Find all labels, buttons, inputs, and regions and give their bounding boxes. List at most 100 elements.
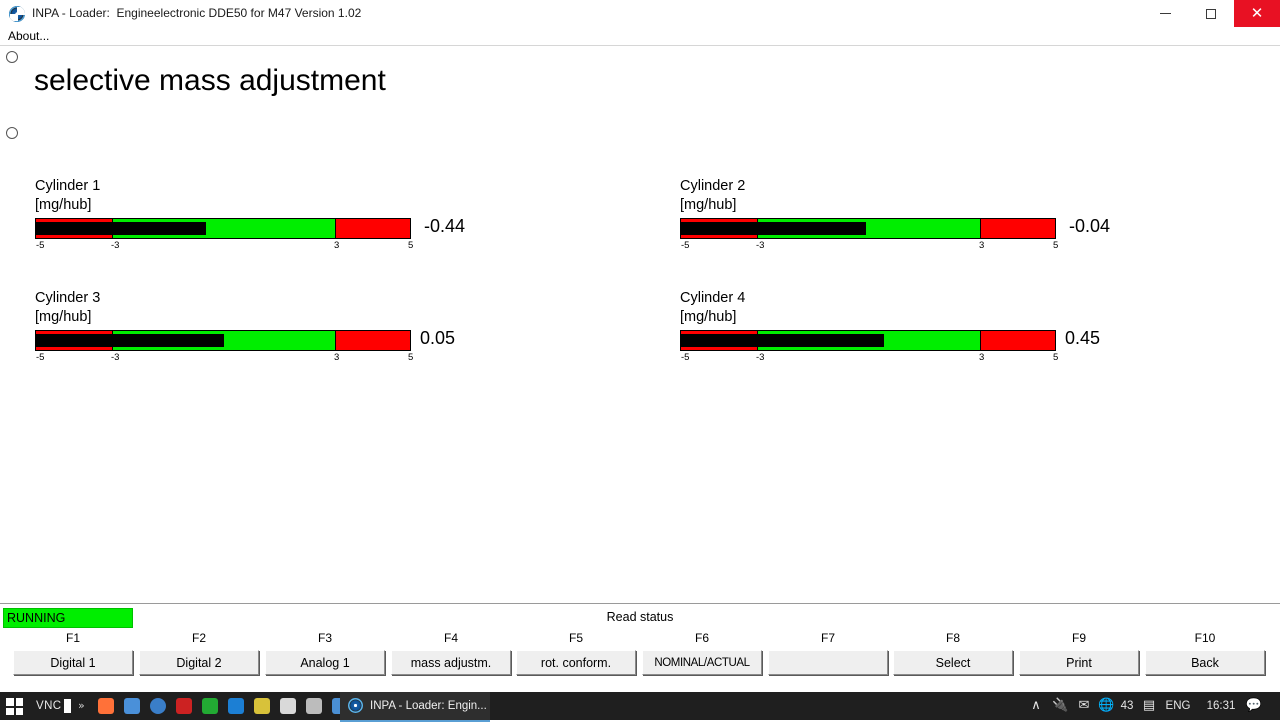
fkey-button-print[interactable]: Print [1019,650,1139,675]
fkey-f5[interactable]: F5 rot. conform. [516,630,636,675]
gauge-bar-track [680,330,1056,351]
fkey-f3[interactable]: F3 Analog 1 [265,630,385,675]
start-tile [6,707,14,715]
fkey-f2[interactable]: F2 Digital 2 [139,630,259,675]
tick-label: -3 [756,352,765,363]
globe-offline-icon[interactable]: 🌐 [1098,692,1114,720]
fkey-button-empty[interactable] [768,650,888,675]
page-marker-bottom-icon [6,127,18,139]
zone-high-red [335,219,410,238]
mail-icon[interactable] [124,698,140,714]
fkey-label: F6 [694,631,709,645]
maximize-button[interactable] [1188,0,1234,27]
tick-label: 3 [979,240,985,251]
fkey-button-select[interactable]: Select [893,650,1013,675]
fkey-label: F10 [1194,631,1216,645]
gauge-bar-fill [36,334,224,347]
gauge-ticks: -5 -3 3 5 [35,352,413,364]
fkey-f10[interactable]: F10 Back [1145,630,1265,675]
start-tile [15,698,23,706]
tick-label: 5 [408,240,414,251]
tick-label: -5 [681,240,690,251]
usb-icon[interactable]: 🔌 [1052,692,1068,720]
notepad-icon[interactable] [280,698,296,714]
tick-label: -3 [111,240,120,251]
zone-high-red [335,331,410,350]
menu-item-about[interactable]: About... [8,27,49,45]
tick-label: -5 [681,352,690,363]
fkey-button-digital-2[interactable]: Digital 2 [139,650,259,675]
fkey-button-analog-1[interactable]: Analog 1 [265,650,385,675]
calculator-icon[interactable] [306,698,322,714]
zone-high-red [980,219,1055,238]
fkey-button-back[interactable]: Back [1145,650,1265,675]
fkey-label: F8 [945,631,960,645]
clock[interactable]: 16:31 [1202,692,1240,720]
taskbar-item-inpa[interactable]: INPA - Loader: Engin... [340,692,490,722]
terminal-icon[interactable] [202,698,218,714]
overflow-chevron-icon[interactable]: » [78,692,85,720]
gauge-bar: -5 -3 3 5 [680,330,1058,363]
tick-label: 3 [334,240,340,251]
tick-label: -5 [36,352,45,363]
windows-taskbar: VNC » INPA - Loader: Engin... ∧ 🔌 ✉ 🌐 43… [0,692,1280,722]
fkey-button-nominal-actual[interactable]: NOMINAL/ACTUAL [642,650,762,675]
envelope-icon[interactable]: ✉ [1076,692,1092,720]
battery-icon[interactable]: ▤ [1140,692,1158,720]
notification-icon[interactable]: 💬 [1244,692,1264,720]
inpa-application-window: INPA - Loader: Engineelectronic DDE50 fo… [0,0,1280,722]
teamviewer-icon[interactable] [228,698,244,714]
title-bar: INPA - Loader: Engineelectronic DDE50 fo… [0,0,1280,28]
fkey-f1[interactable]: F1 Digital 1 [13,630,133,675]
gauge-bar: -5 -3 3 5 [35,330,413,363]
close-icon: ✕ [1250,4,1264,22]
fkey-f4[interactable]: F4 mass adjustm. [391,630,511,675]
maximize-icon [1206,8,1216,19]
gauge-bar: -5 -3 3 5 [35,218,413,251]
autocad-icon[interactable] [176,698,192,714]
windows-start-icon[interactable] [4,696,25,717]
tray-expand-icon[interactable]: ∧ [1028,692,1044,720]
window-title: INPA - Loader: Engineelectronic DDE50 fo… [32,6,362,20]
bmw-logo-icon [348,698,363,713]
fkey-f7[interactable]: F7 [768,630,888,675]
page-marker-top-icon [6,51,18,63]
fkey-f8[interactable]: F8 Select [893,630,1013,675]
gauge-ticks: -5 -3 3 5 [35,240,414,252]
fkey-button-digital-1[interactable]: Digital 1 [13,650,133,675]
fkey-f9[interactable]: F9 Print [1019,630,1139,675]
fkey-label: F9 [1071,631,1086,645]
browser-icon[interactable] [150,698,166,714]
gauge-bar-track [680,218,1056,239]
zone-high-red [980,331,1055,350]
gauge-bar-track [35,218,411,239]
gauge-value: 0.45 [1065,328,1101,348]
close-button[interactable]: ✕ [1234,0,1280,27]
gauge-label: Cylinder 1 [35,178,101,194]
zone-divider-high [980,219,981,238]
firefox-icon[interactable] [98,698,114,714]
language-indicator[interactable]: ENG [1163,692,1193,720]
gauge-ticks: -5 -3 3 5 [680,352,1058,364]
tick-label: 3 [334,352,340,363]
pencil-icon[interactable] [254,698,270,714]
fkey-label: F1 [65,631,80,645]
gauge-unit: [mg/hub] [680,309,737,325]
menu-bar: About... [0,27,1280,46]
fkey-label: F7 [820,631,835,645]
zone-divider-high [335,331,336,350]
gauge-label: Cylinder 2 [680,178,746,194]
text-cursor [64,699,71,713]
minimize-button[interactable] [1142,0,1188,27]
read-status-label: Read status [606,610,674,624]
page-title: selective mass adjustment [34,64,386,97]
gauge-bar: -5 -3 3 5 [680,218,1058,251]
client-area: selective mass adjustment Cylinder 1 [mg… [0,46,1280,692]
fkey-button-rot-conform[interactable]: rot. conform. [516,650,636,675]
fkey-button-mass-adjustm[interactable]: mass adjustm. [391,650,511,675]
window-controls: ✕ [1142,0,1280,27]
function-key-bar: F1 Digital 1 F2 Digital 2 F3 Analog 1 F4… [0,630,1280,693]
fkey-f6[interactable]: F6 NOMINAL/ACTUAL [642,630,762,675]
gauge-ticks: -5 -3 3 5 [680,240,1058,252]
gauge-value: -0.44 [424,216,466,236]
